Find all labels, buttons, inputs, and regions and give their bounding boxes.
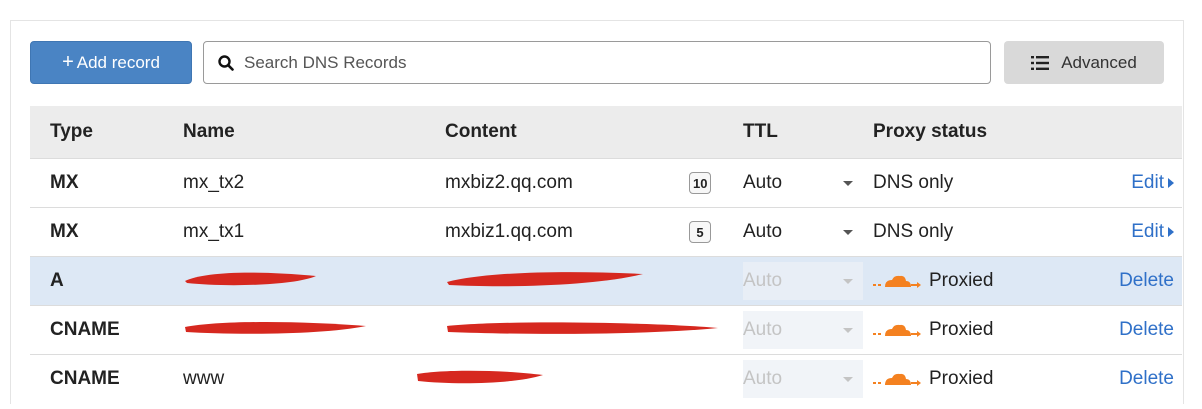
record-content-redacted (445, 256, 743, 306)
record-ttl-cell: Auto (743, 158, 873, 208)
record-name: mx_tx1 (183, 207, 445, 257)
cloud-proxied-icon (873, 322, 921, 338)
ttl-select: Auto (743, 262, 863, 300)
add-record-button[interactable]: + Add record (30, 41, 192, 84)
table-row[interactable]: MX mx_tx1 mxbiz1.qq.com 5 Auto DNS only … (30, 207, 1182, 257)
plus-icon: + (62, 51, 74, 73)
record-content-redacted (417, 354, 743, 403)
add-record-label: Add record (76, 52, 160, 72)
table-row[interactable]: A Auto Proxied Delete (30, 256, 1182, 306)
proxy-status-label: Proxied (929, 368, 994, 389)
search-box[interactable] (203, 41, 991, 84)
ttl-select[interactable]: Auto (743, 213, 863, 251)
search-icon (218, 54, 234, 71)
record-ttl-cell: Auto (743, 305, 873, 355)
ttl-value: Auto (743, 368, 783, 389)
ttl-select[interactable]: Auto (743, 164, 863, 202)
header-ttl[interactable]: TTL (743, 106, 873, 159)
record-type: CNAME (30, 354, 183, 403)
redaction-mark (445, 268, 645, 288)
delete-link[interactable]: Delete (1063, 354, 1182, 403)
record-priority-cell: 10 (689, 158, 743, 208)
record-ttl-cell: Auto (743, 354, 873, 403)
filter-list-icon (1031, 55, 1050, 70)
dns-toolbar: + Add record Advanced (30, 41, 1166, 87)
proxy-status-label: Proxied (929, 270, 994, 291)
header-actions (1063, 106, 1182, 159)
header-name[interactable]: Name (183, 106, 445, 159)
advanced-button[interactable]: Advanced (1004, 41, 1164, 84)
record-name-redacted (183, 305, 445, 355)
ttl-value: Auto (743, 319, 783, 340)
edit-label: Edit (1131, 221, 1164, 242)
ttl-value: Auto (743, 221, 783, 242)
redaction-mark (183, 317, 368, 337)
record-content: mxbiz1.qq.com (445, 207, 689, 257)
record-type: MX (30, 158, 183, 208)
cloud-proxied-icon (873, 371, 921, 387)
caret-right-icon (1168, 226, 1174, 237)
dns-records-table: Type Name Content TTL Proxy status MX mx… (30, 106, 1182, 403)
chevron-down-icon (843, 180, 853, 186)
redaction-mark (183, 268, 318, 288)
chevron-down-icon (843, 278, 853, 284)
redaction-mark (445, 317, 720, 337)
record-type: A (30, 256, 183, 306)
header-type[interactable]: Type (30, 106, 183, 159)
record-ttl-cell: Auto (743, 256, 873, 306)
record-content: mxbiz2.qq.com (445, 158, 689, 208)
ttl-value: Auto (743, 270, 783, 291)
table-row[interactable]: MX mx_tx2 mxbiz2.qq.com 10 Auto DNS only… (30, 158, 1182, 208)
priority-badge: 10 (689, 172, 712, 194)
table-row[interactable]: CNAME Auto Proxied Delete (30, 305, 1182, 355)
redaction-mark (415, 366, 545, 386)
chevron-down-icon (843, 376, 853, 382)
table-row[interactable]: CNAME www Auto Proxied Delete (30, 354, 1182, 403)
header-content[interactable]: Content (445, 106, 689, 159)
record-type: CNAME (30, 305, 183, 355)
record-proxy-status: DNS only (873, 158, 1063, 208)
table-header-row: Type Name Content TTL Proxy status (30, 106, 1182, 159)
record-priority-cell: 5 (689, 207, 743, 257)
record-proxy-cell: Proxied (873, 354, 1063, 403)
record-proxy-cell: Proxied (873, 305, 1063, 355)
chevron-down-icon (843, 327, 853, 333)
advanced-label: Advanced (1061, 52, 1137, 72)
ttl-select: Auto (743, 311, 863, 349)
record-ttl-cell: Auto (743, 207, 873, 257)
record-name-redacted (183, 256, 445, 306)
delete-link[interactable]: Delete (1063, 305, 1182, 355)
cloud-proxied-icon (873, 273, 921, 289)
chevron-down-icon (843, 229, 853, 235)
record-content-redacted (445, 305, 743, 355)
edit-label: Edit (1131, 172, 1164, 193)
header-priority (689, 106, 743, 159)
ttl-select: Auto (743, 360, 863, 398)
edit-link[interactable]: Edit (1063, 207, 1182, 257)
header-proxy-status[interactable]: Proxy status (873, 106, 1063, 159)
delete-link[interactable]: Delete (1063, 256, 1182, 306)
record-proxy-cell: Proxied (873, 256, 1063, 306)
record-type: MX (30, 207, 183, 257)
ttl-value: Auto (743, 172, 783, 193)
proxy-status-label: Proxied (929, 319, 994, 340)
caret-right-icon (1168, 177, 1174, 188)
edit-link[interactable]: Edit (1063, 158, 1182, 208)
record-name: mx_tx2 (183, 158, 445, 208)
priority-badge: 5 (689, 221, 711, 243)
search-input[interactable] (242, 51, 946, 74)
record-proxy-status: DNS only (873, 207, 1063, 257)
record-name: www (183, 354, 445, 403)
